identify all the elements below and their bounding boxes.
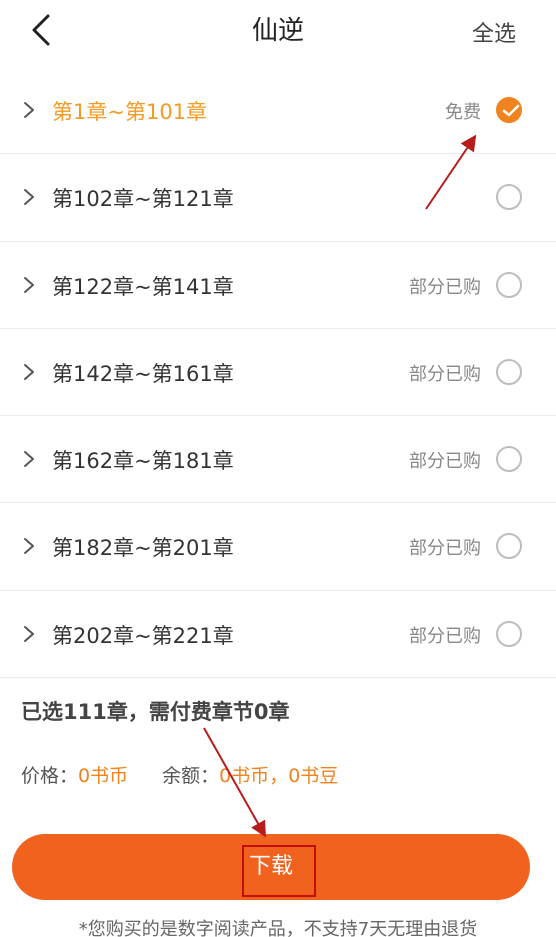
checkmark-icon: [502, 104, 520, 117]
chevron-right-icon[interactable]: [22, 449, 36, 469]
chevron-right-icon[interactable]: [22, 536, 36, 556]
chapter-status-tag: 部分已购: [409, 538, 481, 560]
chapter-range-label: 第1章~第101章: [52, 100, 208, 124]
chevron-right-icon[interactable]: [22, 362, 36, 382]
chevron-right-icon[interactable]: [22, 624, 36, 644]
refund-notice: *您购买的是数字阅读产品，不支持7天无理由退货: [78, 919, 478, 937]
chapter-checkbox[interactable]: [496, 533, 522, 560]
chapter-range-label: 第102章~第121章: [52, 187, 234, 212]
select-all-button[interactable]: 全选: [472, 16, 516, 48]
chapter-row-3[interactable]: 第122章~第141章 部分已购: [0, 242, 556, 329]
chapter-checkbox[interactable]: [496, 97, 522, 123]
chapter-range-label: 第142章~第161章: [52, 361, 234, 386]
chapter-list: 第1章~第101章 免费 第102章~第121章 第122章~第141章 部分已…: [0, 67, 556, 679]
chapter-checkbox[interactable]: [496, 446, 522, 473]
chapter-row-2[interactable]: 第102章~第121章: [0, 154, 556, 242]
chapter-row-4[interactable]: 第142章~第161章 部分已购: [0, 329, 556, 417]
chapter-range-label: 第182章~第201章: [52, 536, 234, 561]
chapter-row-1[interactable]: 第1章~第101章 免费: [0, 67, 556, 155]
chapter-row-5[interactable]: 第162章~第181章 部分已购: [0, 416, 556, 504]
price-value: 0书币: [78, 765, 129, 787]
chapter-status-tag: 部分已购: [409, 451, 481, 473]
chapter-checkbox[interactable]: [496, 358, 522, 385]
price-label: 价格：: [21, 765, 79, 787]
chapter-status-tag: 免费: [445, 102, 481, 123]
chapter-range-label: 第162章~第181章: [52, 449, 234, 474]
download-button[interactable]: 下载: [12, 834, 530, 900]
chapter-row-7[interactable]: 第202章~第221章 部分已购: [0, 591, 556, 679]
chevron-right-icon[interactable]: [22, 100, 36, 120]
chevron-right-icon[interactable]: [22, 187, 36, 207]
chapter-checkbox[interactable]: [496, 271, 522, 298]
chevron-right-icon[interactable]: [22, 275, 36, 295]
header-bar: 仙逆 全选: [0, 0, 556, 64]
chapter-status-tag: 部分已购: [409, 363, 481, 385]
chapter-checkbox[interactable]: [496, 184, 522, 211]
balance-label: 余额：: [162, 765, 220, 787]
chapter-checkbox[interactable]: [496, 620, 522, 647]
chapter-range-label: 第202章~第221章: [52, 623, 234, 648]
selection-summary: 已选111章，需付费章节0章: [21, 700, 290, 724]
chapter-range-label: 第122章~第141章: [52, 274, 234, 299]
balance-value: 0书币，0书豆: [219, 765, 339, 787]
chapter-status-tag: 部分已购: [409, 276, 481, 298]
price-row: 价格：0书币 余额：0书币，0书豆: [21, 761, 338, 788]
chapter-row-6[interactable]: 第182章~第201章 部分已购: [0, 503, 556, 591]
chapter-status-tag: 部分已购: [409, 625, 481, 647]
